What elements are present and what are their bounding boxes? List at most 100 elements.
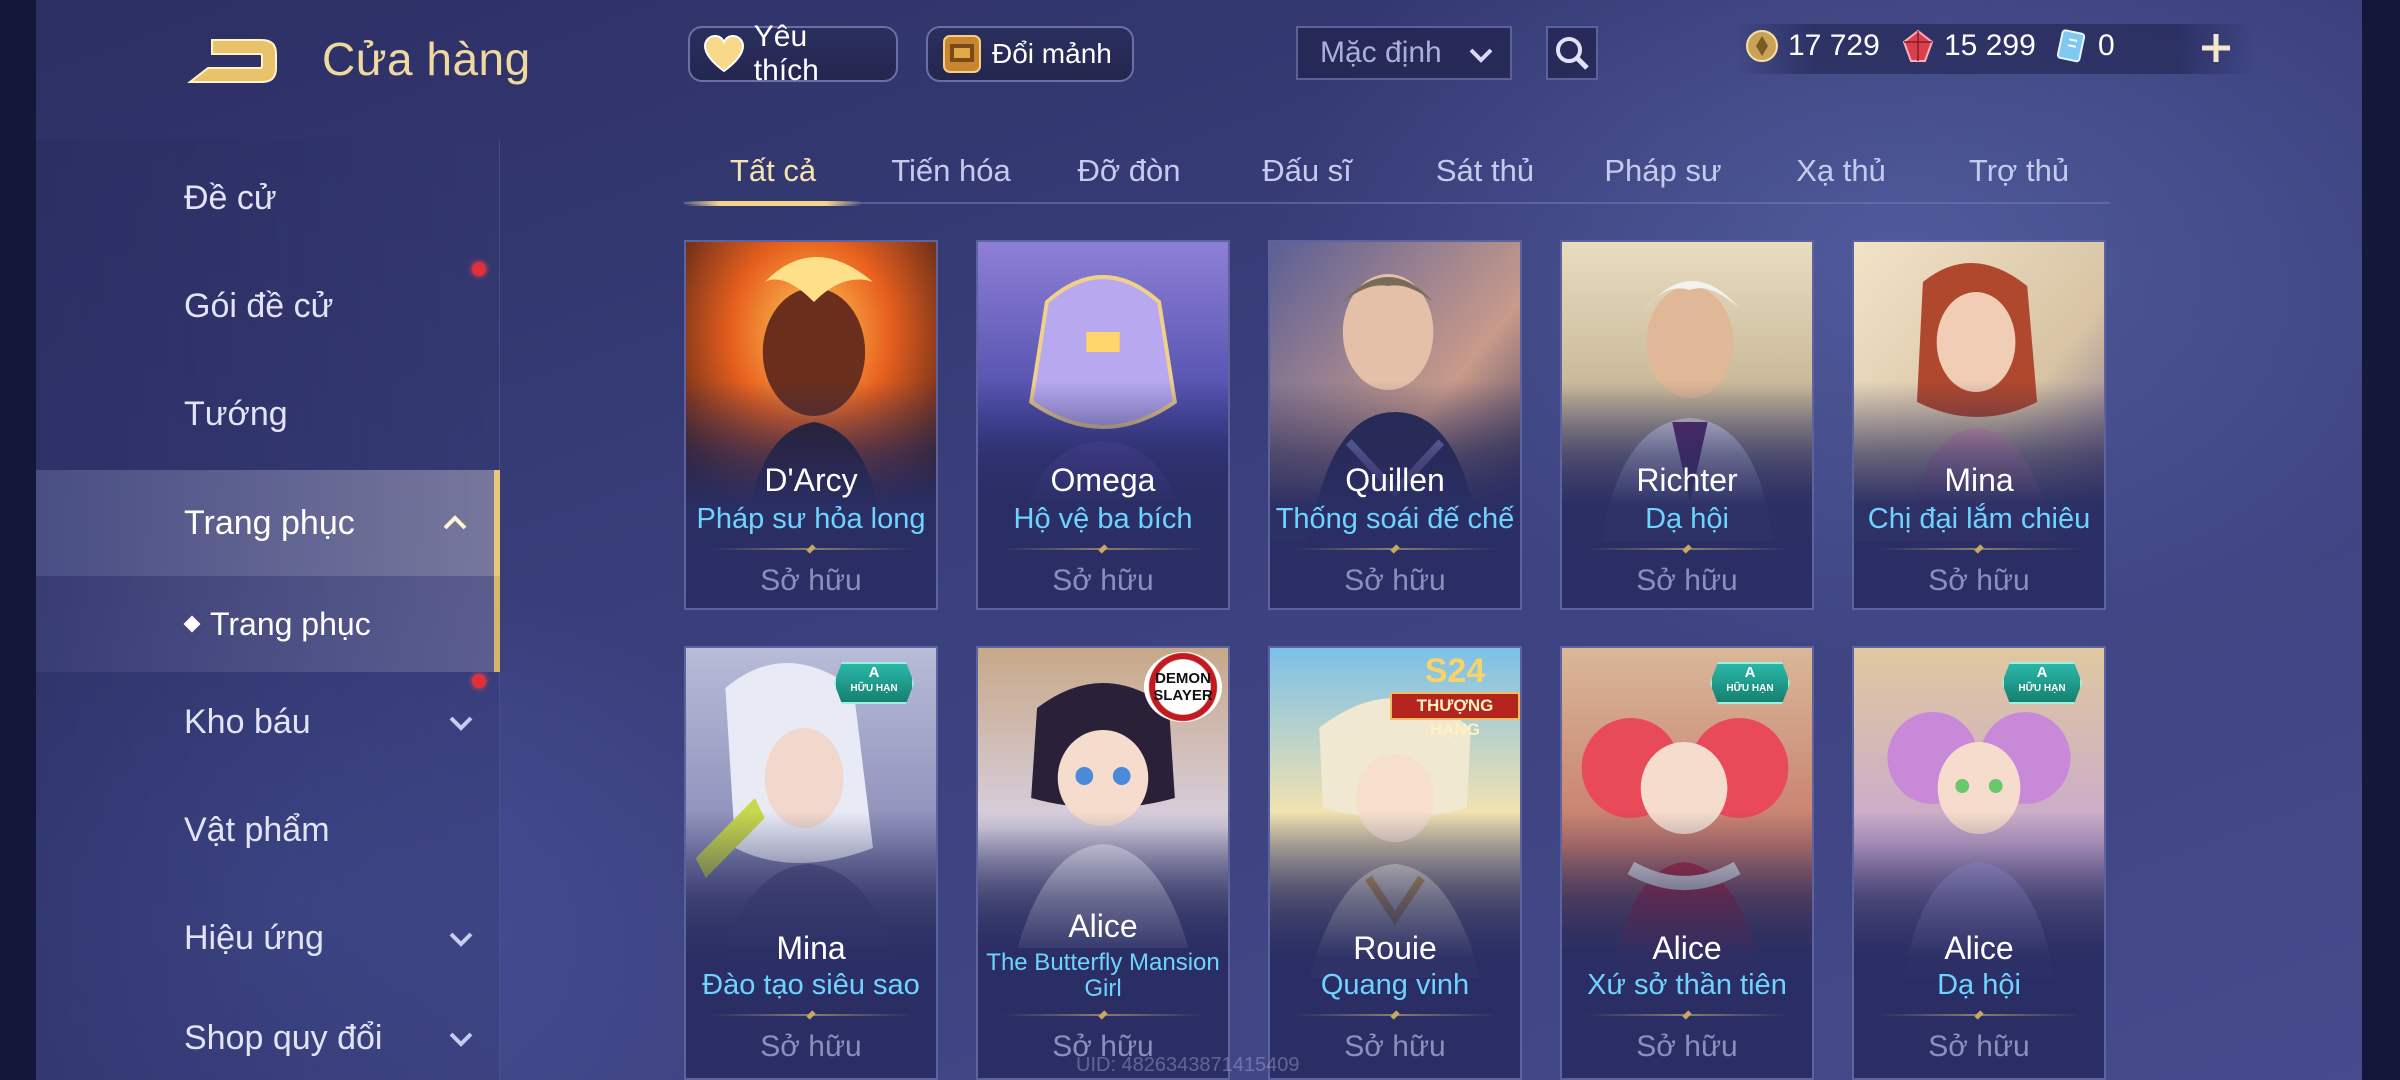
sidebar-item-items[interactable]: Vật phẩm (36, 780, 500, 880)
sidebar-item-treasure[interactable]: Kho báu (36, 672, 500, 772)
hero-name: Mina (1944, 462, 2014, 498)
favorite-label: Yêu thích (753, 20, 819, 87)
tab-evolution[interactable]: Tiến hóa (862, 140, 1040, 202)
hero-name: D'Arcy (764, 462, 858, 498)
limited-grade-badge: A HỮU HẠN (1710, 662, 1790, 704)
tab-assassin[interactable]: Sát thủ (1396, 140, 1574, 202)
demon-slayer-badge: DEMON SLAYER (1144, 652, 1222, 722)
skin-card-alice-gala[interactable]: A HỮU HẠN Alice Dạ hội Sở hữu (1852, 646, 2106, 1080)
search-button[interactable] (1546, 26, 1598, 80)
skin-card-rouie[interactable]: S24 THƯỢNG HẠNG Rouie Quang vinh Sở hữu (1268, 646, 1522, 1080)
sidebar-item-effects[interactable]: Hiệu ứng (36, 888, 500, 988)
divider (1294, 544, 1496, 554)
chevron-up-icon (443, 515, 467, 530)
owned-status: Sở hữu (1928, 1030, 2030, 1063)
divider (710, 1010, 912, 1020)
user-id: UID: 4826343871415409 (1076, 1054, 1300, 1076)
skin-name: Pháp sư hỏa long (696, 503, 926, 535)
skin-name: Chị đại lắm chiêu (1867, 503, 2091, 535)
search-icon (1556, 37, 1589, 70)
sort-value: Mặc định (1320, 36, 1442, 69)
tab-tank[interactable]: Đỡ đòn (1040, 140, 1218, 202)
chevron-down-icon (449, 932, 473, 947)
back-button[interactable] (182, 30, 282, 92)
skin-card-alice-butterfly[interactable]: DEMON SLAYER Alice The Butterfly Mansion… (976, 646, 1230, 1080)
voucher-balance: 0 (2054, 28, 2115, 64)
divider (1002, 544, 1204, 554)
sidebar-subitem-skins[interactable]: Trang phục (36, 576, 500, 672)
screen-edge-right (2362, 0, 2400, 1080)
tab-all[interactable]: Tất cả (684, 140, 862, 206)
owned-status: Sở hữu (1636, 564, 1738, 597)
sidebar-item-skins[interactable]: Trang phục (36, 470, 500, 576)
ruby-balance: 15 299 (1900, 28, 2036, 64)
sidebar-item-heroes[interactable]: Tướng (36, 364, 500, 464)
season-rank-badge: S24 THƯỢNG HẠNG (1390, 652, 1520, 739)
owned-status: Sở hữu (1344, 564, 1446, 597)
owned-status: Sở hữu (1344, 1030, 1446, 1063)
page-title: Cửa hàng (322, 33, 531, 85)
tab-fighter[interactable]: Đấu sĩ (1218, 140, 1396, 202)
top-up-button[interactable] (2196, 28, 2236, 68)
skin-card-alice-wonderland[interactable]: A HỮU HẠN Alice Xứ sở thần tiên Sở hữu (1560, 646, 1814, 1080)
tab-support[interactable]: Trợ thủ (1930, 140, 2108, 202)
notification-dot (472, 674, 486, 688)
shard-exchange-button[interactable]: Đổi mảnh (926, 26, 1134, 82)
skin-name: Hộ vệ ba bích (1013, 503, 1193, 535)
divider (1002, 1010, 1204, 1020)
gold-balance: 17 729 (1744, 28, 1880, 64)
hero-name: Richter (1636, 462, 1738, 498)
heart-icon (702, 32, 746, 76)
owned-status: Sở hữu (760, 1030, 862, 1063)
skin-name: Dạ hội (1937, 969, 2021, 1001)
skin-card-quillen[interactable]: Quillen Thống soái đế chế Sở hữu (1268, 240, 1522, 610)
screen-edge-left (0, 0, 36, 1080)
category-tabs: Tất cả Tiến hóa Đỡ đòn Đấu sĩ Sát thủ Ph… (684, 140, 2110, 206)
chevron-down-icon (1469, 48, 1493, 63)
hero-name: Mina (776, 930, 846, 966)
chevron-down-icon (449, 1032, 473, 1047)
hero-name: Alice (1944, 930, 2014, 966)
divider (1878, 1010, 2080, 1020)
sidebar-item-exchange-shop[interactable]: Shop quy đổi (36, 996, 500, 1080)
owned-status: Sở hữu (760, 564, 862, 597)
divider (1586, 544, 1788, 554)
ruby-gem-icon (1902, 29, 1934, 62)
chevron-down-icon (449, 716, 473, 731)
back-arrow-icon (187, 39, 277, 83)
divider (710, 544, 912, 554)
divider (1878, 544, 2080, 554)
skin-name: Thống soái đế chế (1275, 503, 1515, 535)
hero-name: Rouie (1353, 930, 1437, 966)
skin-name: Đào tạo siêu sao (702, 969, 920, 1001)
sort-dropdown[interactable]: Mặc định (1296, 26, 1512, 80)
owned-status: Sở hữu (1928, 564, 2030, 597)
sidebar-item-recommended[interactable]: Đề cử (36, 148, 500, 248)
divider (1294, 1010, 1496, 1020)
skin-name: Quang vinh (1320, 969, 1470, 1001)
skin-card-richter[interactable]: Richter Dạ hội Sở hữu (1560, 240, 1814, 610)
skin-card-omega[interactable]: Omega Hộ vệ ba bích Sở hữu (976, 240, 1230, 610)
skin-name: The Butterfly Mansion Girl (986, 949, 1220, 1003)
hero-name: Quillen (1345, 462, 1445, 498)
owned-status: Sở hữu (1636, 1030, 1738, 1063)
skin-card-mina-2[interactable]: A HỮU HẠN Mina Đào tạo siêu sao Sở hữu (684, 646, 938, 1080)
shard-exchange-label: Đổi mảnh (992, 38, 1112, 69)
skin-card-darcy[interactable]: D'Arcy Pháp sư hỏa long Sở hữu (684, 240, 938, 610)
limited-grade-badge: A HỮU HẠN (2002, 662, 2082, 704)
plus-icon (2202, 34, 2230, 62)
tab-marksman[interactable]: Xạ thủ (1752, 140, 1930, 202)
skin-name: Xứ sở thần tiên (1587, 969, 1787, 1001)
owned-status: Sở hữu (1052, 564, 1154, 597)
divider (1586, 1010, 1788, 1020)
hero-name: Alice (1652, 930, 1722, 966)
voucher-icon (2056, 29, 2086, 63)
sidebar-item-recommended-bundles[interactable]: Gói đề cử (36, 256, 500, 356)
limited-grade-badge: A HỮU HẠN (834, 662, 914, 704)
shard-chest-icon (940, 32, 984, 76)
gold-coin-icon (1746, 30, 1778, 62)
favorite-button[interactable]: Yêu thích (688, 20, 898, 87)
tab-mage[interactable]: Pháp sư (1574, 140, 1752, 202)
diamond-bullet-icon (183, 615, 201, 633)
skin-card-mina-1[interactable]: Mina Chị đại lắm chiêu Sở hữu (1852, 240, 2106, 610)
